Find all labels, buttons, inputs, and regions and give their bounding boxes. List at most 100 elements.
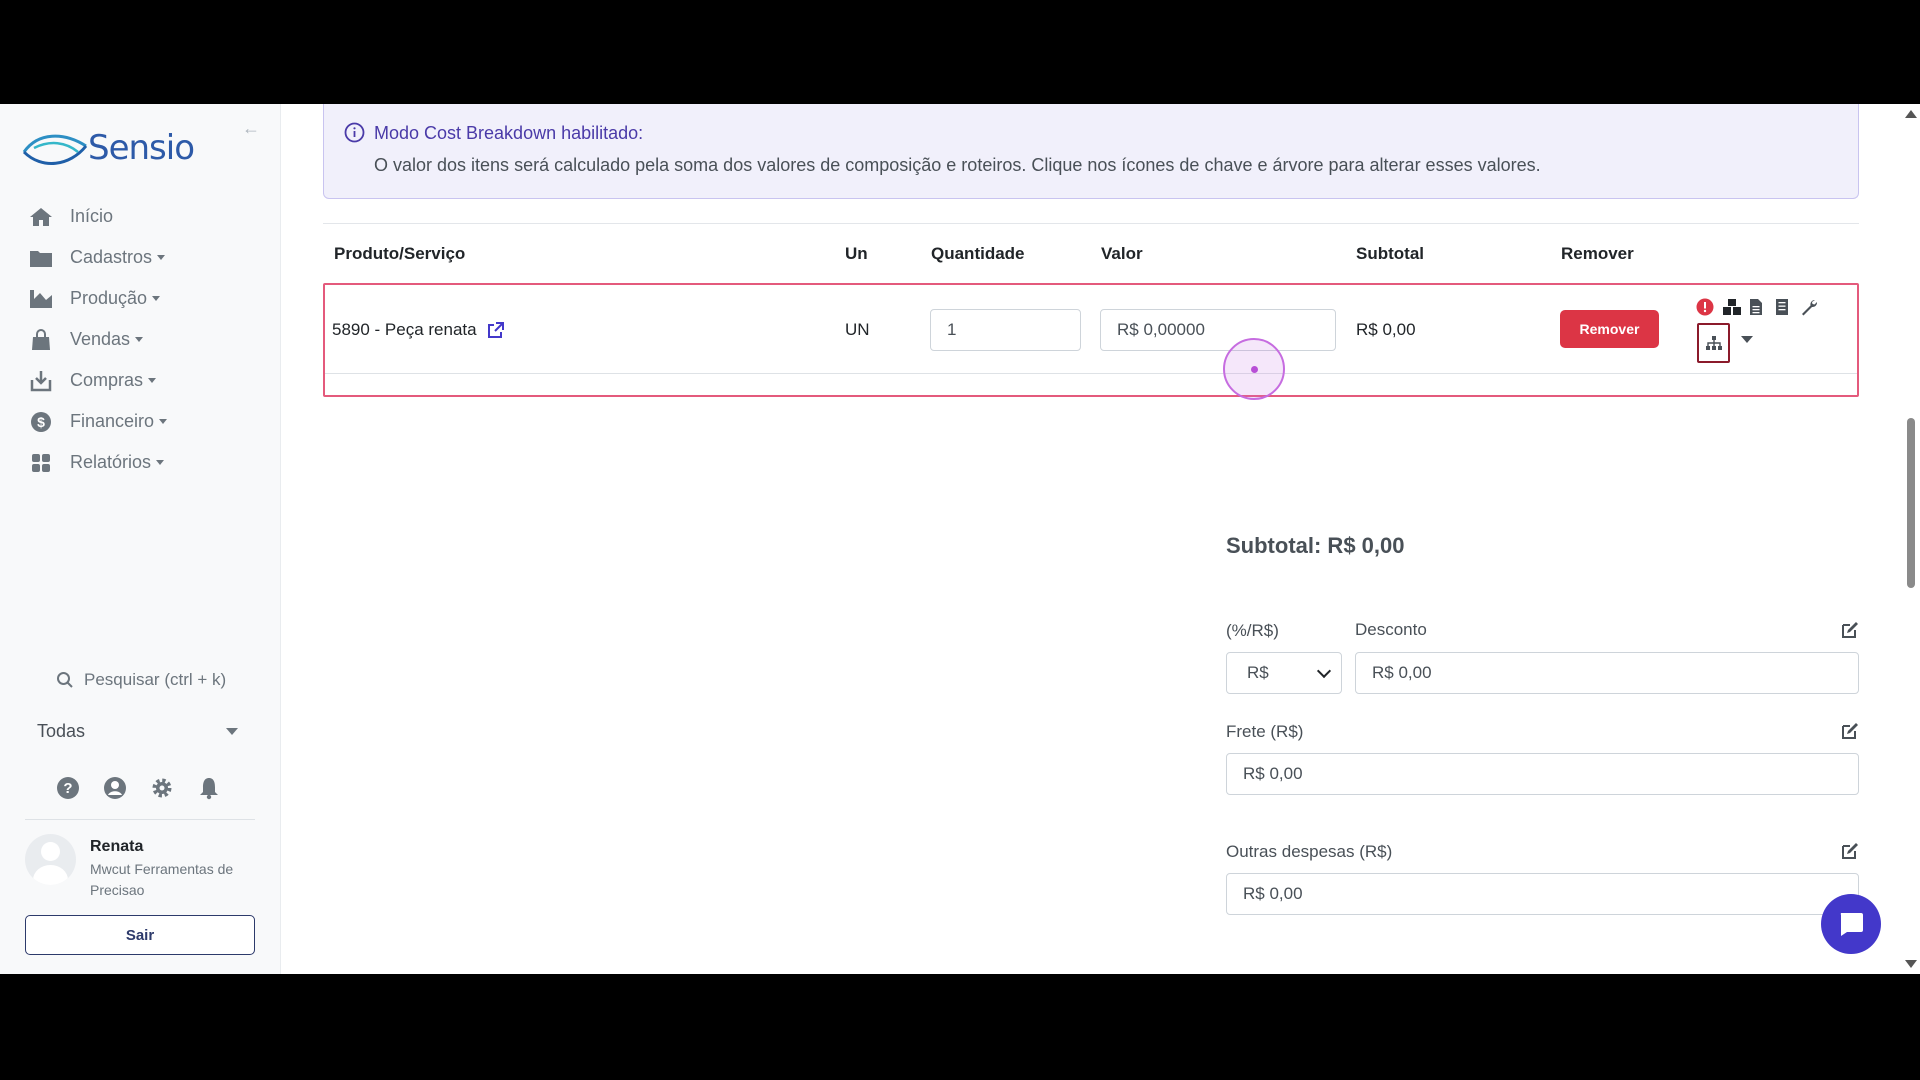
logout-button[interactable]: Sair (25, 915, 255, 955)
quantity-value: 1 (947, 320, 957, 339)
order-subtotal: Subtotal: R$ 0,00 (1226, 533, 1405, 558)
avatar (25, 834, 76, 885)
other-expenses-input[interactable]: R$ 0,00 (1226, 873, 1859, 915)
scroll-thumb[interactable] (1907, 418, 1915, 588)
product-name: 5890 - Peça renata (332, 320, 477, 339)
wrench-icon[interactable] (1800, 298, 1818, 316)
company-filter-value: Todas (37, 720, 86, 741)
user-card: Renata Mwcut Ferramentas de Precisao (25, 834, 240, 901)
table-row: 5890 - Peça renata (332, 320, 504, 340)
discount-label: Desconto (1355, 620, 1427, 639)
search-placeholder: Pesquisar (ctrl + k) (84, 670, 227, 689)
chat-button[interactable] (1821, 894, 1881, 954)
chevron-down-icon (156, 460, 165, 465)
boxes-icon[interactable] (1722, 298, 1741, 316)
logo-text: Sensio (88, 128, 195, 168)
nav-label: Produção (70, 288, 148, 308)
external-link-icon[interactable] (487, 321, 504, 339)
discount-type-value: R$ (1247, 663, 1269, 682)
nav-item-relatorios[interactable]: Relatórios (28, 442, 268, 483)
alert-body: O valor dos itens será calculado pela so… (374, 155, 1541, 175)
subtotal-value: R$ 0,00 (1356, 320, 1416, 339)
gear-icon[interactable] (150, 776, 174, 800)
nav-item-vendas[interactable]: Vendas (28, 319, 268, 360)
logo-mark-icon (22, 134, 88, 165)
nav-label: Cadastros (70, 247, 153, 267)
user-circle-icon[interactable] (103, 776, 127, 800)
th-quantity: Quantidade (931, 244, 1025, 263)
other-expenses-label: Outras despesas (R$) (1226, 842, 1393, 861)
sidebar-search[interactable]: Pesquisar (ctrl + k) (56, 670, 226, 690)
alert-title: Modo Cost Breakdown habilitado: (374, 123, 644, 143)
edit-icon[interactable] (1840, 721, 1860, 741)
remove-button[interactable]: Remover (1560, 310, 1659, 348)
main-nav: Início Cadastros Produção Vendas Compras… (28, 196, 268, 483)
chevron-down-icon (1316, 663, 1332, 678)
document-icon[interactable] (1748, 298, 1766, 316)
th-subtotal: Subtotal (1356, 244, 1424, 263)
nav-item-compras[interactable]: Compras (28, 360, 268, 401)
bell-icon[interactable] (197, 776, 221, 800)
nav-label: Relatórios (70, 452, 152, 472)
value-input[interactable]: R$ 0,00000 (1100, 309, 1336, 351)
discount-type-label: (%/R$) (1226, 621, 1279, 640)
cost-breakdown-alert: Modo Cost Breakdown habilitado: O valor … (323, 104, 1859, 199)
folder-icon (28, 247, 54, 269)
edit-icon[interactable] (1840, 620, 1860, 640)
edit-icon[interactable] (1840, 841, 1860, 861)
quantity-input[interactable]: 1 (930, 309, 1081, 351)
chevron-down-icon (159, 419, 168, 424)
nav-item-financeiro[interactable]: $ Financeiro (28, 401, 268, 442)
unit-value: UN (845, 320, 870, 339)
chevron-down-icon (148, 378, 157, 383)
grid-icon (28, 452, 54, 474)
chat-bubble-icon (1840, 913, 1863, 936)
sidebar-utility-icons: ? (56, 776, 221, 800)
th-product: Produto/Serviço (334, 244, 466, 263)
scroll-up-arrow-icon[interactable] (1905, 110, 1917, 118)
company-filter-select[interactable]: Todas (25, 712, 250, 750)
list-document-icon[interactable] (1774, 298, 1792, 316)
freight-value: R$ 0,00 (1243, 764, 1303, 783)
nav-item-cadastros[interactable]: Cadastros (28, 237, 268, 278)
th-unit: Un (845, 244, 868, 263)
sitemap-icon (1705, 336, 1722, 350)
other-expenses-value: R$ 0,00 (1243, 884, 1303, 903)
scroll-down-arrow-icon[interactable] (1905, 960, 1917, 968)
search-icon (57, 672, 73, 688)
chevron-down-icon[interactable] (1741, 336, 1753, 343)
chevron-down-icon (152, 296, 161, 301)
nav-item-inicio[interactable]: Início (28, 196, 268, 237)
th-remove: Remover (1561, 244, 1634, 263)
help-icon[interactable]: ? (56, 776, 80, 800)
info-icon (344, 122, 365, 143)
app-window: ← Sensio Início Cadastros Produção Venda… (0, 104, 1920, 974)
home-icon (28, 206, 54, 228)
table-top-border (323, 223, 1859, 224)
user-name: Renata (90, 838, 144, 855)
value-value: R$ 0,00000 (1117, 320, 1205, 339)
chart-icon (28, 288, 54, 310)
discount-type-select[interactable]: R$ (1226, 652, 1342, 694)
svg-text:?: ? (63, 780, 72, 797)
nav-label: Vendas (70, 329, 131, 349)
nav-label: Financeiro (70, 411, 155, 431)
sidebar-divider (25, 819, 255, 820)
nav-item-producao[interactable]: Produção (28, 278, 268, 319)
discount-input[interactable]: R$ 0,00 (1355, 652, 1859, 694)
logo[interactable]: Sensio (20, 126, 215, 172)
freight-input[interactable]: R$ 0,00 (1226, 753, 1859, 795)
nav-label: Início (70, 206, 114, 226)
row-separator (325, 373, 1857, 374)
collapse-sidebar-icon[interactable]: ← (242, 118, 262, 138)
th-value: Valor (1101, 244, 1143, 263)
chevron-down-icon (226, 727, 238, 735)
warning-icon[interactable] (1696, 298, 1714, 316)
discount-value: R$ 0,00 (1372, 663, 1432, 682)
sidebar: ← Sensio Início Cadastros Produção Venda… (0, 104, 281, 974)
chevron-down-icon (135, 337, 144, 342)
click-indicator-dot (1251, 366, 1258, 373)
user-company: Mwcut Ferramentas de Precisao (90, 861, 234, 898)
page-scrollbar[interactable] (1900, 104, 1920, 974)
tree-structure-button[interactable] (1697, 323, 1730, 363)
